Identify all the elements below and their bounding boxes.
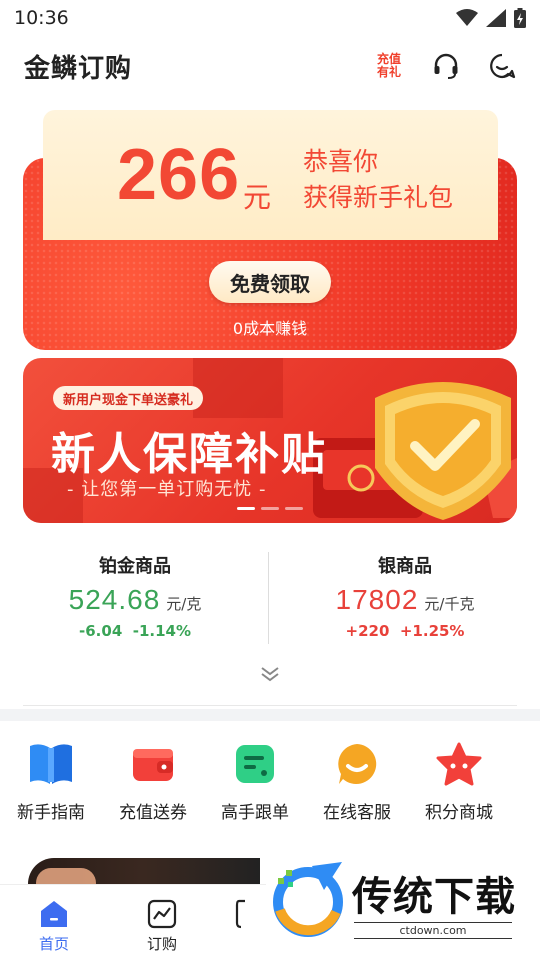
wifi-icon [456, 9, 478, 26]
quick-nav-points-mall[interactable]: 积分商城 [408, 740, 510, 840]
battery-icon [514, 8, 526, 28]
price-card-platinum[interactable]: 铂金商品 524.68 元/克 -6.04 -1.14% [0, 540, 270, 640]
carousel-dot [237, 507, 255, 510]
book-icon [30, 744, 72, 784]
price-value: 524.68 [68, 584, 161, 615]
gift-amount: 266 [117, 135, 241, 215]
document-icon [236, 745, 274, 783]
price-unit: 元/克 [166, 595, 202, 613]
new-user-gift-card[interactable]: 266 元 恭喜你 获得新手礼包 免费领取 0成本赚钱 [23, 110, 517, 350]
message-icon[interactable] [488, 52, 516, 80]
price-ticker: 铂金商品 524.68 元/克 -6.04 -1.14% 银商品 17802 元… [0, 540, 540, 650]
divider [23, 705, 517, 706]
quick-nav-support[interactable]: 在线客服 [306, 740, 408, 840]
gift-message-line1: 恭喜你 [303, 147, 379, 176]
gift-amount-unit: 元 [243, 181, 272, 214]
section-gap [0, 709, 540, 721]
watermark-title: 传统下载 [352, 874, 516, 920]
tab-home[interactable]: 首页 [0, 885, 108, 960]
star-icon [436, 742, 482, 786]
status-icons [456, 8, 526, 28]
carousel-dot [261, 507, 279, 510]
signal-icon [486, 9, 506, 27]
home-icon [41, 901, 67, 927]
carousel-dot [285, 507, 303, 510]
tab-partial[interactable] [216, 885, 266, 960]
chart-icon [147, 899, 177, 929]
chat-bubble-icon [338, 744, 377, 784]
quick-nav: 新手指南 充值送券 高手跟单 在线客服 积分商城 [0, 740, 540, 840]
app-header: 金鳞订购 充值 有礼 [0, 36, 540, 96]
watermark-logo-icon [273, 862, 343, 937]
recharge-gift-button[interactable]: 充值 有礼 [374, 53, 404, 79]
app-title: 金鳞订购 [24, 53, 133, 84]
banner-tag: 新用户现金下单送豪礼 [53, 386, 204, 410]
watermark-logo: 传统下载 ctdown.com [266, 858, 526, 940]
claim-free-button[interactable]: 免费领取 [209, 261, 331, 303]
gift-subtext: 0成本赚钱 [232, 319, 308, 338]
tab-order[interactable]: 订购 [108, 885, 216, 960]
status-bar: 10:36 [0, 0, 540, 36]
quick-nav-label: 在线客服 [323, 803, 391, 823]
status-time: 10:36 [14, 7, 69, 29]
price-name: 银商品 [378, 556, 432, 577]
promo-banner[interactable]: 新用户现金下单送豪礼 新人保障补贴 - 让您第一单订购无忧 - [23, 358, 517, 523]
banner-subtitle: - 让您第一单订购无忧 - [67, 479, 267, 500]
carousel-indicator [237, 507, 303, 510]
quick-nav-label: 新手指南 [17, 803, 85, 823]
price-name: 铂金商品 [99, 556, 171, 577]
quick-nav-copy-trade[interactable]: 高手跟单 [204, 740, 306, 840]
recharge-badge-line2: 有礼 [376, 65, 401, 79]
price-unit: 元/千克 [424, 595, 475, 613]
gift-message-line2: 获得新手礼包 [303, 183, 454, 212]
price-card-silver[interactable]: 银商品 17802 元/千克 +220 +1.25% [270, 540, 540, 640]
price-change-percent: +1.25% [399, 622, 465, 640]
watermark-url: ctdown.com [354, 922, 512, 939]
quick-nav-guide[interactable]: 新手指南 [0, 740, 102, 840]
tab-label: 订购 [146, 935, 177, 953]
banner-title: 新人保障补贴 [51, 429, 327, 480]
headset-icon[interactable] [432, 52, 460, 80]
bottom-tab-bar: 首页 订购 [0, 884, 266, 960]
header-actions: 充值 有礼 [374, 52, 516, 80]
quick-nav-label: 高手跟单 [221, 803, 289, 823]
tab-icon [235, 899, 245, 929]
wallet-icon [133, 749, 173, 781]
quick-nav-label: 充值送券 [119, 803, 187, 823]
chevron-down-icon[interactable] [260, 666, 280, 682]
price-change: -6.04 [79, 622, 123, 640]
gift-card-letter: 266 元 恭喜你 获得新手礼包 [43, 110, 498, 240]
price-divider [268, 552, 269, 644]
tab-label: 首页 [38, 935, 69, 953]
price-value: 17802 [335, 584, 419, 615]
quick-nav-label: 积分商城 [425, 803, 493, 823]
price-change: +220 [345, 622, 390, 640]
price-change-percent: -1.14% [132, 622, 191, 640]
quick-nav-recharge[interactable]: 充值送券 [102, 740, 204, 840]
